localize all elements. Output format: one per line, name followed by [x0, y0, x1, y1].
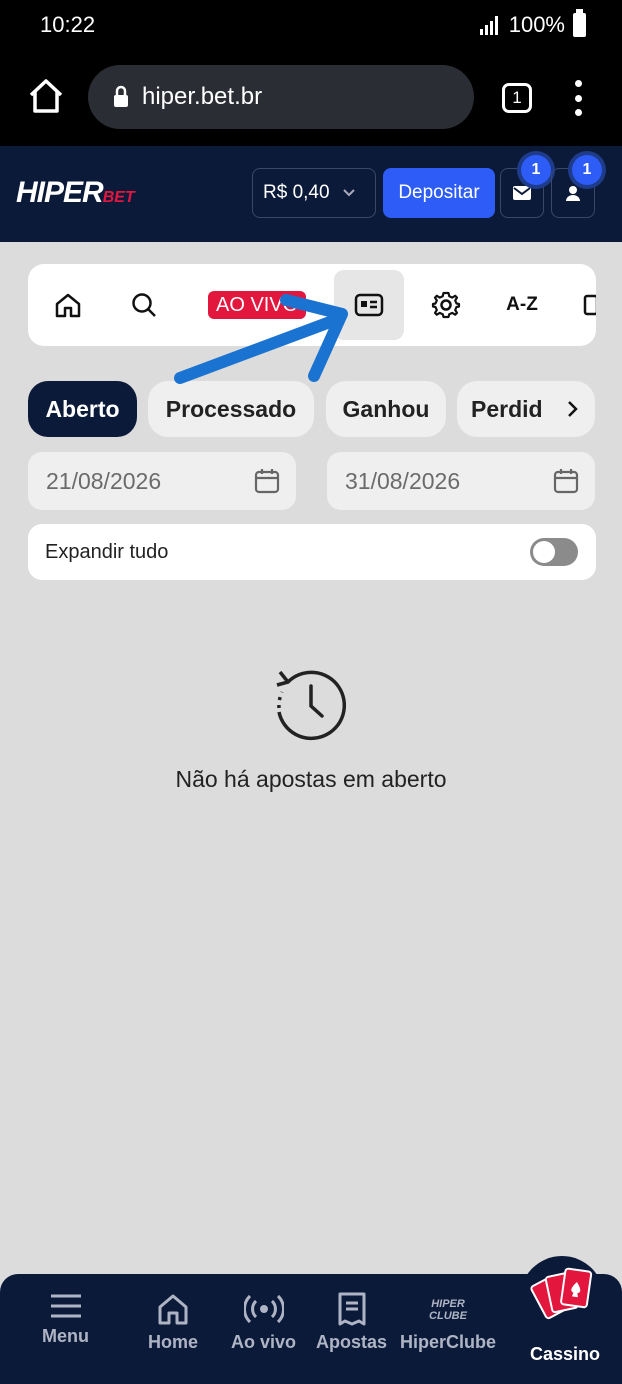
playing-cards-icon — [530, 1267, 593, 1320]
bottom-nav-menu[interactable]: Menu — [42, 1292, 89, 1347]
bottom-nav-live[interactable]: Ao vivo — [231, 1292, 296, 1353]
calendar-icon[interactable] — [254, 468, 280, 494]
site-header: HIPERBET R$ 0,40 Depositar 1 1 — [0, 146, 622, 242]
profile-button[interactable]: 1 — [551, 155, 602, 218]
nav-live-badge[interactable]: AO VIVO — [208, 291, 307, 319]
date-from-value: 21/08/2026 — [46, 467, 162, 494]
home-icon — [55, 293, 81, 318]
user-icon — [566, 186, 580, 201]
nav-a-z[interactable]: A-Z — [498, 270, 546, 340]
receipt-icon — [338, 1292, 365, 1326]
browser-menu-icon[interactable] — [570, 80, 586, 116]
battery-percent: 100% — [508, 12, 565, 37]
bottom-nav-hiperclube[interactable]: HIPER CLUBE HiperClube — [400, 1292, 496, 1353]
date-from-field[interactable]: 21/08/2026 — [28, 452, 296, 510]
hiperclube-logo-icon: HIPER CLUBE — [429, 1298, 467, 1322]
filter-processed[interactable]: Processado — [148, 381, 314, 437]
date-to-value: 31/08/2026 — [345, 467, 461, 494]
expand-all-toggle[interactable] — [530, 538, 578, 566]
nav-home[interactable] — [42, 270, 94, 340]
status-right: 100% — [479, 9, 586, 38]
device-icon — [583, 294, 596, 316]
url-text: hiper.bet.br — [142, 83, 263, 110]
filter-open[interactable]: Aberto — [28, 381, 137, 437]
lock-icon — [114, 85, 128, 107]
nav-settings[interactable] — [420, 270, 472, 340]
search-icon — [132, 293, 156, 317]
mail-icon — [513, 186, 531, 200]
empty-state-message: Não há apostas em aberto — [175, 766, 447, 792]
url-bar[interactable]: hiper.bet.br — [88, 65, 474, 129]
hiperbet-logo[interactable]: HIPERBET — [16, 176, 135, 210]
bottom-nav-bets[interactable]: Apostas — [316, 1292, 387, 1353]
deposit-button[interactable]: Depositar — [383, 168, 495, 218]
filters-next-button[interactable] — [549, 381, 595, 437]
browser-home-icon[interactable] — [26, 76, 66, 116]
bet-slip-icon — [354, 293, 384, 317]
messages-button[interactable]: 1 — [500, 155, 551, 218]
battery-icon — [573, 9, 586, 37]
chevron-down-icon — [342, 189, 355, 197]
broadcast-icon — [243, 1294, 284, 1324]
history-icon — [276, 670, 346, 741]
nav-search[interactable] — [118, 270, 170, 340]
gear-icon — [431, 291, 461, 319]
browser-toolbar: hiper.bet.br 1 — [0, 54, 622, 146]
filter-lost[interactable]: Perdid — [457, 381, 549, 437]
profile-badge: 1 — [572, 155, 602, 185]
mail-badge: 1 — [521, 155, 551, 185]
chevron-right-icon — [568, 401, 578, 417]
balance-value: R$ 0,40 — [263, 182, 330, 203]
bottom-nav-casino[interactable] — [520, 1256, 604, 1340]
sports-nav-bar: AO VIVO A-Z — [28, 264, 596, 346]
status-bar: 10:22 100% — [0, 0, 622, 54]
filter-won[interactable]: Ganhou — [326, 381, 446, 437]
calendar-icon[interactable] — [553, 468, 579, 494]
nav-my-bets[interactable] — [334, 270, 404, 340]
date-to-field[interactable]: 31/08/2026 — [327, 452, 595, 510]
hamburger-icon — [50, 1294, 81, 1318]
tab-switcher-button[interactable]: 1 — [502, 83, 532, 113]
balance-dropdown[interactable]: R$ 0,40 — [252, 168, 376, 218]
home-icon — [158, 1294, 188, 1325]
expand-all-row: Expandir tudo — [28, 524, 596, 580]
expand-all-label: Expandir tudo — [45, 540, 169, 563]
nav-more-partial[interactable] — [580, 270, 596, 340]
casino-label: Cassino — [529, 1344, 601, 1364]
signal-icon — [479, 16, 498, 35]
bottom-nav-home[interactable]: Home — [148, 1292, 198, 1353]
status-time: 10:22 — [40, 12, 96, 37]
